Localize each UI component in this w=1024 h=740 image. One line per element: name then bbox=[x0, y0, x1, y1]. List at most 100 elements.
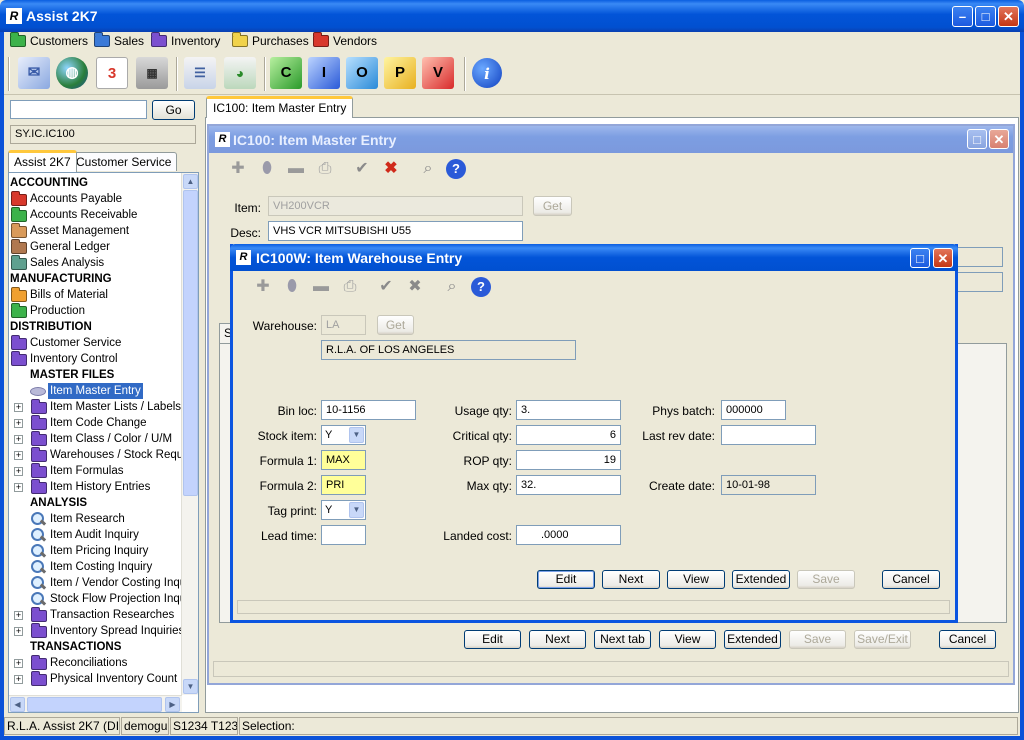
tree-vertical-scrollbar[interactable]: ▲ ▼ bbox=[181, 173, 198, 695]
tab-item-master-entry[interactable]: IC100: Item Master Entry bbox=[206, 96, 354, 118]
menu-inventory[interactable]: Inventory bbox=[151, 32, 220, 50]
accept-check-icon[interactable]: ✔ bbox=[351, 158, 373, 180]
print-icon[interactable]: ⎙ bbox=[339, 276, 361, 298]
calculator-icon[interactable]: ▦ bbox=[136, 57, 168, 89]
ic100w-extended-button[interactable]: Extended bbox=[732, 570, 790, 589]
scroll-right-arrow-icon[interactable]: ▶ bbox=[165, 697, 180, 712]
usage-qty-field[interactable]: 3. bbox=[516, 400, 621, 420]
search-icon[interactable]: ⌕ bbox=[441, 276, 463, 298]
calendar-icon[interactable]: 3 bbox=[96, 57, 128, 89]
expand-plus-icon[interactable]: + bbox=[14, 419, 23, 428]
help-icon[interactable]: ? bbox=[471, 277, 491, 297]
inventory-app-icon[interactable]: I bbox=[308, 57, 340, 89]
search-icon[interactable]: ⌕ bbox=[417, 158, 439, 180]
ic100w-edit-button[interactable]: Edit bbox=[537, 570, 595, 589]
chevron-down-icon[interactable]: ▼ bbox=[349, 502, 364, 518]
help-icon[interactable]: ? bbox=[446, 159, 466, 179]
customers-app-icon[interactable]: C bbox=[270, 57, 302, 89]
ic100w-close-button[interactable]: ✕ bbox=[933, 248, 953, 268]
eraser-icon[interactable]: ⬮ bbox=[256, 158, 278, 180]
tree-header-label: ACCOUNTING bbox=[10, 177, 88, 189]
ic100w-view-button[interactable]: View bbox=[667, 570, 725, 589]
warehouse-field[interactable]: LA bbox=[321, 315, 366, 335]
ic100-next-button[interactable]: Next bbox=[529, 630, 586, 649]
max-qty-field[interactable]: 32. bbox=[516, 475, 621, 495]
ic100-edit-button[interactable]: Edit bbox=[464, 630, 521, 649]
globe-icon[interactable]: ◍ bbox=[56, 57, 88, 89]
bin-loc-field[interactable]: 10-1156 bbox=[321, 400, 416, 420]
report-icon[interactable]: ☰ bbox=[184, 57, 216, 89]
scroll-up-arrow-icon[interactable]: ▲ bbox=[183, 174, 198, 189]
ic100w-maximize-button[interactable]: □ bbox=[910, 248, 930, 268]
add-icon[interactable]: ✚ bbox=[252, 276, 274, 298]
purchases-app-icon[interactable]: P bbox=[384, 57, 416, 89]
search-input[interactable] bbox=[10, 100, 147, 119]
ic100w-next-button[interactable]: Next bbox=[602, 570, 660, 589]
tab-customer-service[interactable]: Customer Service bbox=[70, 152, 178, 171]
formula2-field[interactable]: PRI bbox=[321, 475, 366, 495]
menu-vendors[interactable]: Vendors bbox=[313, 32, 377, 50]
stock-item-select[interactable]: Y ▼ bbox=[321, 425, 366, 445]
chevron-down-icon[interactable]: ▼ bbox=[349, 427, 364, 443]
scroll-thumb[interactable] bbox=[183, 190, 198, 496]
horizontal-scroll-thumb[interactable] bbox=[27, 697, 162, 712]
scroll-down-arrow-icon[interactable]: ▼ bbox=[183, 679, 198, 694]
hidden-field-2[interactable] bbox=[955, 272, 1003, 292]
expand-plus-icon[interactable]: + bbox=[14, 627, 23, 636]
chart-report-icon[interactable]: ◕ bbox=[224, 57, 256, 89]
ic100w-save-button[interactable]: Save bbox=[797, 570, 855, 589]
ic100-view-button[interactable]: View bbox=[659, 630, 716, 649]
phys-batch-field[interactable]: 000000 bbox=[721, 400, 786, 420]
minimize-button[interactable]: – bbox=[952, 6, 973, 27]
go-button[interactable]: Go bbox=[152, 100, 195, 120]
mail-icon[interactable]: ✉ bbox=[18, 57, 50, 89]
landed-cost-field[interactable]: .0000 bbox=[516, 525, 621, 545]
expand-plus-icon[interactable]: + bbox=[14, 435, 23, 444]
expand-plus-icon[interactable]: + bbox=[14, 659, 23, 668]
tab-assist-2k7[interactable]: Assist 2K7 bbox=[8, 150, 77, 172]
vendors-app-icon[interactable]: V bbox=[422, 57, 454, 89]
expand-plus-icon[interactable]: + bbox=[14, 451, 23, 460]
scroll-left-arrow-icon[interactable]: ◀ bbox=[10, 697, 25, 712]
cancel-x-icon[interactable]: ✖ bbox=[380, 158, 402, 180]
delete-icon[interactable]: ▬ bbox=[285, 158, 307, 180]
ic100-save-button[interactable]: Save bbox=[789, 630, 846, 649]
menu-purchases[interactable]: Purchases bbox=[232, 32, 309, 50]
expand-plus-icon[interactable]: + bbox=[14, 675, 23, 684]
print-icon[interactable]: ⎙ bbox=[314, 158, 336, 180]
add-icon[interactable]: ✚ bbox=[227, 158, 249, 180]
expand-plus-icon[interactable]: + bbox=[14, 483, 23, 492]
expand-plus-icon[interactable]: + bbox=[14, 403, 23, 412]
menu-customers[interactable]: Customers bbox=[10, 32, 88, 50]
delete-icon[interactable]: ▬ bbox=[310, 276, 332, 298]
accept-check-icon[interactable]: ✔ bbox=[375, 276, 397, 298]
orders-app-icon[interactable]: O bbox=[346, 57, 378, 89]
info-icon[interactable]: i bbox=[472, 58, 502, 88]
expand-plus-icon[interactable]: + bbox=[14, 467, 23, 476]
desc-field[interactable]: VHS VCR MITSUBISHI U55 bbox=[268, 221, 523, 241]
cancel-x-icon[interactable]: ✖ bbox=[404, 276, 426, 298]
critical-qty-field[interactable]: 6 bbox=[516, 425, 621, 445]
ic100-close-button[interactable]: ✕ bbox=[989, 129, 1009, 149]
last-rev-date-field[interactable] bbox=[721, 425, 816, 445]
menu-sales[interactable]: Sales bbox=[94, 32, 144, 50]
ic100-extended-button[interactable]: Extended bbox=[724, 630, 781, 649]
ic100-save-exit-button[interactable]: Save/Exit bbox=[854, 630, 911, 649]
item-field[interactable]: VH200VCR bbox=[268, 196, 523, 216]
rop-qty-field[interactable]: 19 bbox=[516, 450, 621, 470]
close-button[interactable]: ✕ bbox=[998, 6, 1019, 27]
item-get-button[interactable]: Get bbox=[533, 196, 572, 216]
hidden-field-1[interactable] bbox=[955, 247, 1003, 267]
ic100-maximize-button[interactable]: □ bbox=[967, 129, 987, 149]
ic100-cancel-button[interactable]: Cancel bbox=[939, 630, 996, 649]
eraser-icon[interactable]: ⬮ bbox=[281, 276, 303, 298]
tag-print-select[interactable]: Y ▼ bbox=[321, 500, 366, 520]
lead-time-field[interactable] bbox=[321, 525, 366, 545]
tree-horizontal-scrollbar[interactable]: ◀ ▶ bbox=[9, 695, 182, 712]
maximize-button[interactable]: □ bbox=[975, 6, 996, 27]
warehouse-get-button[interactable]: Get bbox=[377, 315, 414, 335]
ic100-next-tab-button[interactable]: Next tab bbox=[594, 630, 651, 649]
expand-plus-icon[interactable]: + bbox=[14, 611, 23, 620]
ic100w-cancel-button[interactable]: Cancel bbox=[882, 570, 940, 589]
formula1-field[interactable]: MAX bbox=[321, 450, 366, 470]
